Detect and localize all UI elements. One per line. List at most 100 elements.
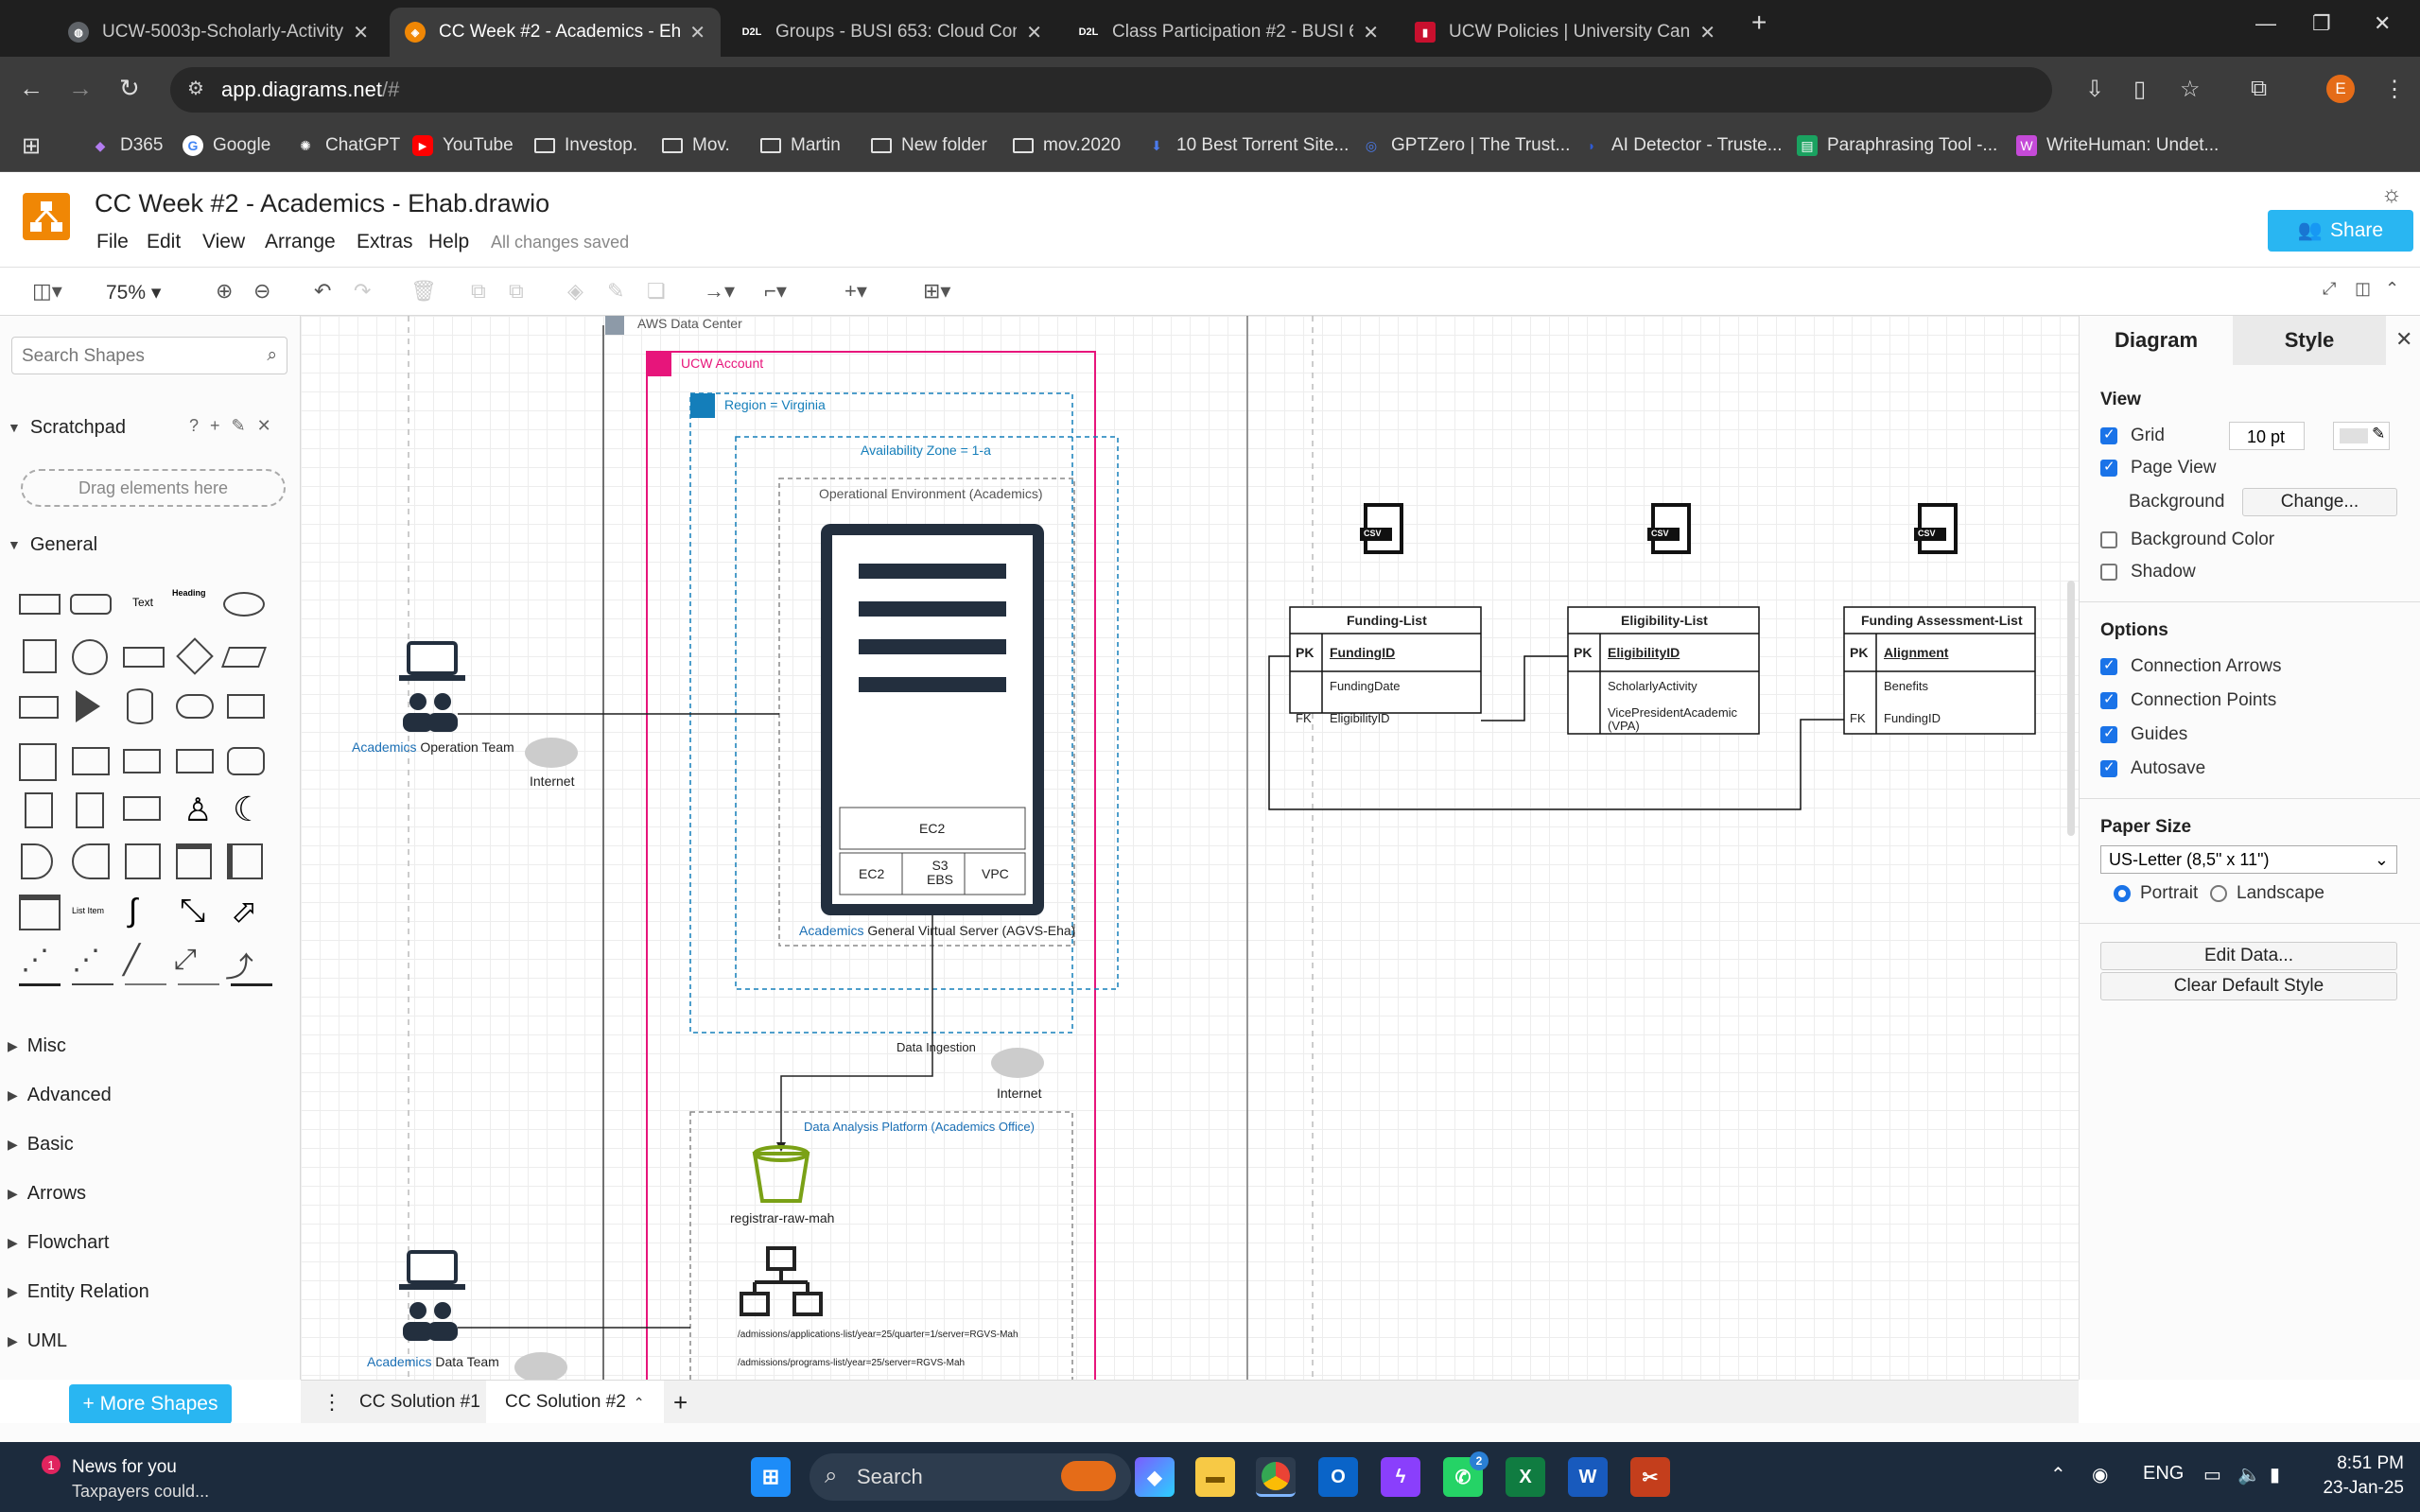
shadow-icon[interactable]: ❏ [647,279,666,304]
list-shape[interactable] [19,895,61,930]
page-view-checkbox[interactable]: Page View [2100,458,2217,478]
er-relation-1[interactable] [1481,655,1568,721]
bookmark-ai-detector[interactable]: ◗ AI Detector - Truste... [1581,129,1783,163]
excel-icon[interactable]: X [1506,1457,1545,1497]
bookmark-star-icon[interactable]: ☆ [2180,76,2201,103]
tab-style[interactable]: Style [2233,316,2386,365]
table-icon[interactable]: ⊞▾ [923,279,950,304]
internal-storage-shape[interactable] [19,743,57,781]
link-shape[interactable] [19,983,61,986]
rectangle-shape[interactable] [19,594,61,615]
close-icon[interactable]: ✕ [1026,21,1042,44]
square-shape[interactable] [23,639,57,673]
portrait-radio[interactable]: Portrait [2114,883,2198,904]
url-field[interactable]: ⚙ app.diagrams.net/# [170,67,2052,113]
connection-icon[interactable]: →▾ [704,279,735,304]
bidirectional-arrow-shape[interactable]: ⤡ [180,893,205,930]
browser-tab-1[interactable]: ◍ UCW-5003p-Scholarly-Activity- ✕ [53,8,384,57]
actor-shape[interactable]: ♙ [183,792,212,828]
zoom-out-icon[interactable]: ⊖ [253,279,270,304]
line-shape[interactable]: ╱ [123,944,140,977]
zoom-select[interactable]: 75% ▾ [106,281,161,304]
circle-shape[interactable] [72,639,108,675]
network-icon[interactable]: ▭ [2203,1463,2221,1486]
section-entity-relation[interactable]: ▶ Entity Relation [0,1275,301,1309]
browser-tab-3[interactable]: D2L Groups - BUSI 653: Cloud Comp ✕ [726,8,1057,57]
apps-icon[interactable]: ⊞ [21,129,51,163]
container-shape[interactable] [176,843,212,879]
bookmark-gptzero[interactable]: ◎ GPTZero | The Trust... [1361,129,1570,163]
bookmark-d365[interactable]: ◆ D365 [90,129,164,163]
parallelogram-shape[interactable] [220,647,268,668]
more-shapes-button[interactable]: + More Shapes [69,1384,232,1424]
page-tab-1[interactable]: CC Solution #1 [340,1381,499,1424]
swimlane-shape[interactable] [227,843,263,879]
page-icon[interactable]: ▯ [2133,76,2146,103]
bookmark-paraphrasing[interactable]: ▤ Paraphrasing Tool -... [1797,129,1997,163]
bidirectional-connector-shape[interactable]: ⤢ [174,944,197,976]
clock[interactable]: 8:51 PM 23-Jan-25 [2319,1453,2404,1499]
data-storage-shape[interactable] [72,843,110,879]
back-icon[interactable]: ← [19,74,44,103]
theme-icon[interactable]: ☼ [2381,182,2402,208]
card-shape[interactable] [76,792,104,828]
bookmark-mov2020[interactable]: mov.2020 [1013,129,1121,163]
share-button[interactable]: 👥 Share [2268,210,2413,252]
install-app-icon[interactable]: ⇩ [2085,76,2104,103]
section-basic[interactable]: ▶ Basic [0,1127,301,1161]
insert-icon[interactable]: +▾ [844,279,867,304]
line-color-icon[interactable]: ✎ [607,279,624,304]
change-background-button[interactable]: Change... [2242,488,2397,516]
restore-button[interactable]: ❐ [2312,11,2331,36]
to-back-icon[interactable]: ⧉ [509,279,524,304]
waypoints-icon[interactable]: ⌐▾ [764,279,787,304]
close-icon[interactable]: ✕ [353,21,369,44]
browser-tab-4[interactable]: D2L Class Participation #2 - BUSI 65 ✕ [1063,8,1394,57]
battery-icon[interactable]: ▮ [2270,1463,2280,1486]
to-front-icon[interactable]: ⧉ [471,279,486,304]
tray-overflow-icon[interactable]: ⌃ [2050,1463,2066,1486]
collapse-icon[interactable]: ⌃ [2385,279,2399,299]
heading-shape[interactable]: Heading [172,588,206,598]
trapezoid-shape[interactable] [176,749,214,773]
volume-icon[interactable]: 🔈 [2237,1463,2261,1486]
close-window-button[interactable]: ✕ [2374,11,2391,36]
add-page-button[interactable]: + [654,1381,706,1424]
caret-up-icon[interactable]: ⌃ [634,1395,645,1411]
link-er-shape[interactable] [231,983,272,986]
link-dotted-shape[interactable] [178,983,219,985]
paper-size-select[interactable]: US-Letter (8,5" x 11") ⌄ [2100,845,2397,874]
cylinder-shape[interactable] [127,688,153,724]
snipping-tool-icon[interactable]: ✂ [1630,1457,1670,1497]
section-uml[interactable]: ▶ UML [0,1324,301,1358]
tab-diagram[interactable]: Diagram [2080,316,2233,365]
section-misc[interactable]: ▶ Misc [0,1029,301,1063]
link-dashed-shape[interactable] [125,983,166,985]
close-icon[interactable]: ✕ [1363,21,1379,44]
site-info-icon[interactable]: ⚙ [187,77,204,100]
close-icon[interactable]: ✕ [2395,327,2412,352]
manual-input-shape[interactable] [125,843,161,879]
dotted-line-shape[interactable]: ⋰ [72,944,100,977]
autosave-checkbox[interactable]: Autosave [2100,758,2205,779]
rounded-rect-shape[interactable] [70,594,112,615]
page-tab-2[interactable]: CC Solution #2 ⌃ [486,1381,664,1424]
hexagon-shape[interactable] [19,696,59,719]
delete-icon[interactable]: 🗑 [410,279,437,304]
close-icon[interactable]: ✕ [1699,21,1715,44]
grid-checkbox[interactable]: Grid [2100,426,2165,446]
scratchpad-drop-zone[interactable]: Drag elements here [21,469,286,507]
directional-connector-shape[interactable]: ⤴ [225,944,253,985]
menu-help[interactable]: Help [428,231,469,253]
grid-size-input[interactable]: 10 pt [2229,422,2305,450]
language-indicator[interactable]: ENG [2143,1463,2184,1485]
diamond-shape[interactable] [176,637,214,675]
chrome-icon[interactable] [1256,1457,1296,1497]
background-color-checkbox[interactable]: Background Color [2100,530,2274,550]
fill-color-icon[interactable]: ◈ [567,279,583,304]
connection-points-checkbox[interactable]: Connection Points [2100,690,2276,711]
cloud-shape[interactable] [176,694,214,719]
note-shape[interactable] [25,792,53,828]
new-tab-button[interactable]: + [1751,8,1767,38]
security-icon[interactable]: ◉ [2092,1463,2108,1486]
